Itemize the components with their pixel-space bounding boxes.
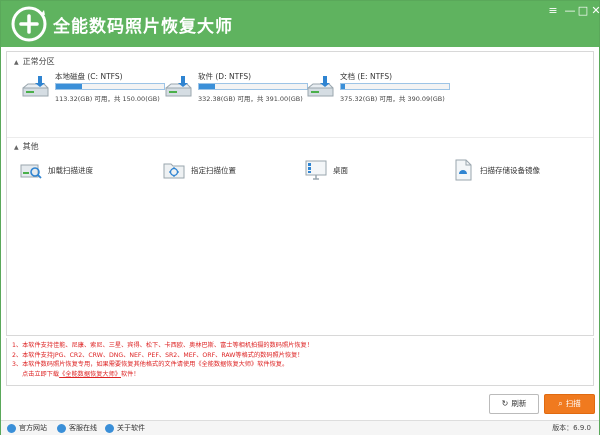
close-button[interactable]: ✕ xyxy=(589,5,600,17)
other-item-label: 加载扫描进度 xyxy=(48,166,93,175)
refresh-icon: ↻ xyxy=(501,399,509,408)
load-progress-icon xyxy=(20,164,42,179)
drive-usage-fill xyxy=(199,84,216,89)
drive-label: 本地磁盘 (C: NTFS) xyxy=(55,72,123,81)
drive-usage-fill xyxy=(341,84,346,89)
drive-label: 文档 (E: NTFS) xyxy=(340,72,393,81)
version-label: 版本：6.9.0 xyxy=(552,424,591,432)
main-panel: ▲ 正常分区 本地磁盘 (C: NTFS) 113.32(GB) 可用，共 150… xyxy=(6,51,594,336)
app-title: 全能数码照片恢复大师 xyxy=(53,17,233,37)
scan-button[interactable]: ⌕ 扫描 xyxy=(544,394,595,414)
other-item-label: 桌面 xyxy=(333,166,348,175)
drive-usage-bar xyxy=(198,83,308,90)
home-icon xyxy=(7,423,16,433)
note-line: 1、本软件支持佳能、尼康、索尼、三星、宾得、松下、卡西欧、奥林巴斯、富士等相机拍… xyxy=(12,342,313,349)
app-window: 全能数码照片恢复大师 ≡ — □ ✕ ▲ 正常分区 本地磁盘 (C: NTFS) … xyxy=(0,0,600,435)
disk-image-icon xyxy=(455,159,472,181)
hard-disk-icon xyxy=(307,76,334,97)
drive-label: 软件 (D: NTFS) xyxy=(198,72,252,81)
minimize-button[interactable]: — xyxy=(563,5,577,17)
other-item-label: 指定扫描位置 xyxy=(191,166,236,175)
collapse-triangle-icon: ▲ xyxy=(14,144,19,151)
drive-size: 113.32(GB) 可用，共 150.00(GB) xyxy=(55,95,160,103)
about-software-link[interactable]: 关于软件 xyxy=(105,423,145,433)
info-icon xyxy=(105,423,114,433)
hard-disk-icon xyxy=(22,76,49,97)
maximize-button[interactable]: □ xyxy=(576,5,590,17)
section-divider xyxy=(7,137,593,138)
refresh-button[interactable]: ↻ 刷新 xyxy=(489,394,539,414)
note-line: 3、本软件数码照片恢复专用，如果需要恢复其他格式的文件请使用《全能数据恢复大师》… xyxy=(12,361,289,368)
download-link[interactable]: 《全能数据恢复大师》 xyxy=(59,371,121,378)
hard-disk-icon xyxy=(165,76,192,97)
official-website-link[interactable]: 官方网站 xyxy=(7,423,47,433)
drive-usage-bar xyxy=(55,83,165,90)
scan-label: 扫描 xyxy=(565,399,581,408)
customer-service-link[interactable]: 客服在线 xyxy=(57,423,97,433)
drive-usage-bar xyxy=(340,83,450,90)
notes-box: 1、本软件支持佳能、尼康、索尼、三星、宾得、松下、卡西欧、奥林巴斯、富士等相机拍… xyxy=(6,338,594,386)
chat-icon xyxy=(57,423,66,433)
desktop-icon xyxy=(305,160,327,180)
drive-c[interactable]: 本地磁盘 (C: NTFS) 113.32(GB) 可用，共 150.00(GB… xyxy=(20,71,170,111)
drive-e[interactable]: 文档 (E: NTFS) 375.32(GB) 可用，共 390.09(GB) xyxy=(305,71,455,111)
title-bar: 全能数码照片恢复大师 ≡ — □ ✕ xyxy=(1,1,600,47)
menu-button[interactable]: ≡ xyxy=(546,5,560,17)
app-logo-icon xyxy=(11,6,47,42)
target-folder-icon xyxy=(163,163,185,179)
partitions-heading: ▲ 正常分区 xyxy=(14,57,55,66)
other-item-label: 扫描存储设备镜像 xyxy=(480,166,540,175)
drive-usage-fill xyxy=(56,84,83,89)
other-heading: ▲ 其他 xyxy=(14,142,39,151)
status-bar: 官方网站 客服在线 关于软件 版本：6.9.0 xyxy=(1,420,599,435)
note-download-line: 点击立即下载《全能数据恢复大师》软件！ xyxy=(12,370,593,380)
drive-size: 332.38(GB) 可用，共 391.00(GB) xyxy=(198,95,303,103)
search-icon: ⌕ xyxy=(558,399,563,408)
note-line: 2、本软件支持JPG、CR2、CRW、DNG、NEF、PEF、SR2、MEF、O… xyxy=(12,351,304,359)
collapse-triangle-icon: ▲ xyxy=(14,59,19,66)
drive-d[interactable]: 软件 (D: NTFS) 332.38(GB) 可用，共 391.00(GB) xyxy=(163,71,313,111)
refresh-label: 刷新 xyxy=(511,399,527,408)
note-download-suffix: 软件！ xyxy=(121,370,140,378)
drive-size: 375.32(GB) 可用，共 390.09(GB) xyxy=(340,95,445,103)
note-download-prefix: 点击立即下载 xyxy=(22,370,60,378)
